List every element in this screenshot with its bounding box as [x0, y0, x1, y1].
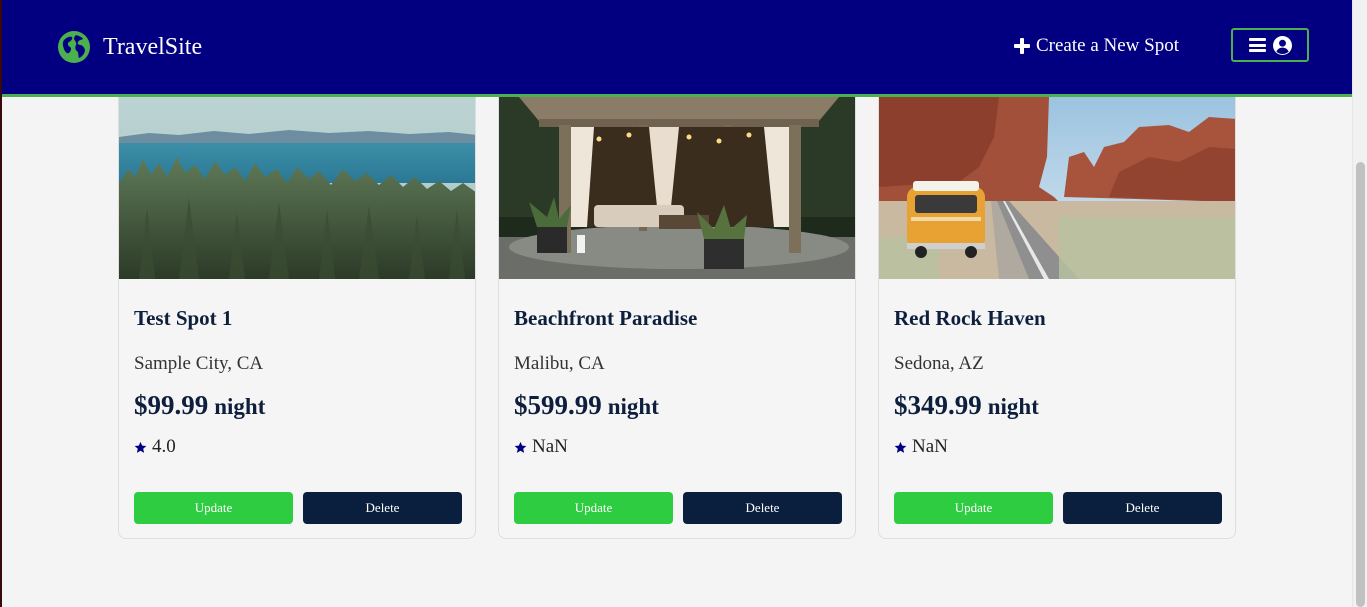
price-unit: night	[214, 394, 266, 419]
delete-button[interactable]: Delete	[1063, 492, 1222, 524]
profile-menu-button[interactable]	[1231, 28, 1309, 62]
price-amount: $349.99	[894, 390, 982, 420]
spot-price: $599.99 night	[514, 390, 659, 421]
page: TravelSite Create a New Spot Test Spot 1…	[0, 0, 1367, 607]
spot-title[interactable]: Beachfront Paradise	[514, 306, 697, 331]
user-circle-icon	[1272, 35, 1292, 55]
globe-icon	[58, 31, 90, 63]
brand-name: TravelSite	[103, 33, 203, 60]
star-icon	[514, 441, 527, 454]
spot-title[interactable]: Test Spot 1	[134, 306, 232, 331]
spot-price: $349.99 night	[894, 390, 1039, 421]
scrollbar-thumb[interactable]	[1356, 162, 1365, 607]
rating-value: 4.0	[152, 436, 176, 457]
star-icon	[134, 441, 147, 454]
spot-rating: NaN	[894, 436, 948, 458]
price-amount: $99.99	[134, 390, 209, 420]
spot-card[interactable]: Red Rock Haven Sedona, AZ $349.99 night N…	[878, 97, 1236, 539]
price-unit: night	[987, 394, 1039, 419]
rating-value: NaN	[532, 436, 568, 457]
plus-icon	[1014, 38, 1030, 54]
spot-image[interactable]	[499, 97, 855, 279]
spot-price: $99.99 night	[134, 390, 265, 421]
spot-rating: NaN	[514, 436, 568, 458]
spot-card[interactable]: Beachfront Paradise Malibu, CA $599.99 ni…	[498, 97, 856, 539]
hamburger-icon	[1248, 38, 1266, 52]
price-unit: night	[607, 394, 659, 419]
delete-button[interactable]: Delete	[683, 492, 842, 524]
spot-card[interactable]: Test Spot 1 Sample City, CA $99.99 night …	[118, 97, 476, 539]
spot-location: Sedona, AZ	[894, 353, 984, 374]
spot-location: Sample City, CA	[134, 353, 264, 374]
spot-location: Malibu, CA	[514, 353, 605, 374]
update-button[interactable]: Update	[514, 492, 673, 524]
top-navbar: TravelSite Create a New Spot	[2, 0, 1352, 97]
delete-button[interactable]: Delete	[303, 492, 462, 524]
rating-value: NaN	[912, 436, 948, 457]
price-amount: $599.99	[514, 390, 602, 420]
create-spot-label: Create a New Spot	[1036, 35, 1179, 56]
home-link[interactable]: TravelSite	[58, 31, 202, 63]
spot-image[interactable]	[879, 97, 1235, 279]
spot-rating: 4.0	[134, 436, 176, 458]
spot-image[interactable]	[119, 97, 475, 279]
spot-title[interactable]: Red Rock Haven	[894, 306, 1046, 331]
star-icon	[894, 441, 907, 454]
create-spot-link[interactable]: Create a New Spot	[1014, 35, 1179, 57]
update-button[interactable]: Update	[894, 492, 1053, 524]
page-scrollbar[interactable]	[1352, 0, 1367, 607]
update-button[interactable]: Update	[134, 492, 293, 524]
